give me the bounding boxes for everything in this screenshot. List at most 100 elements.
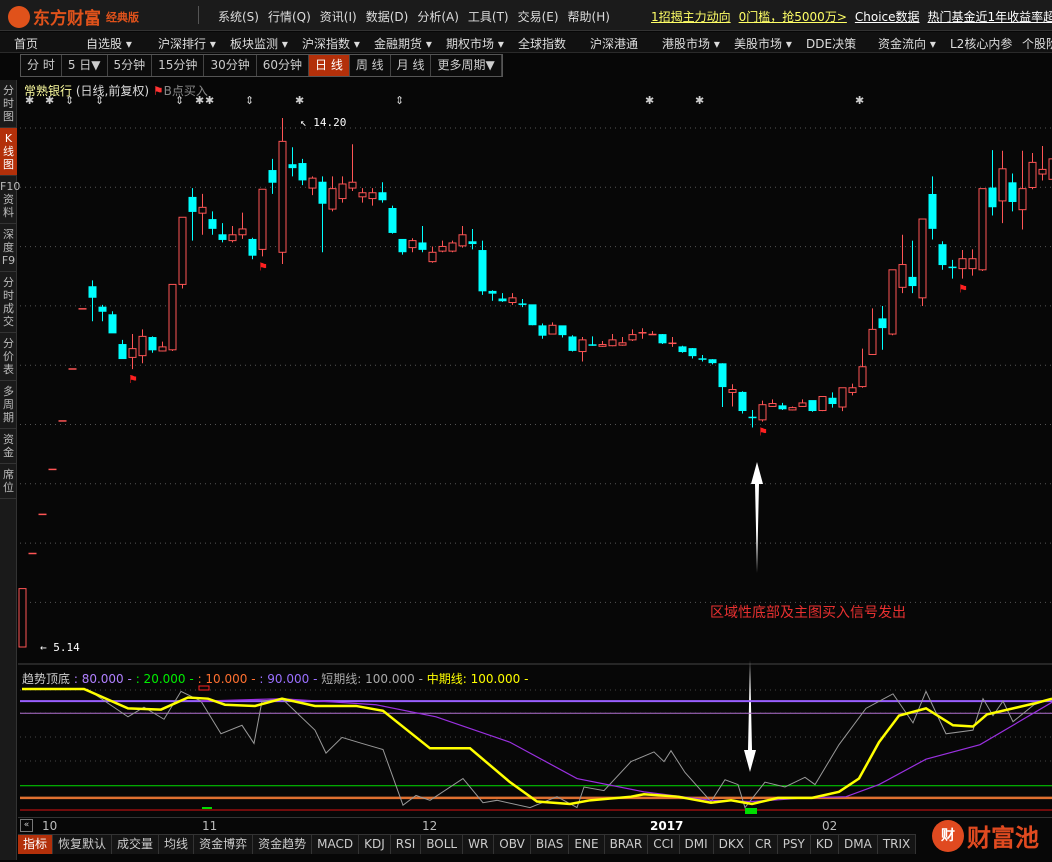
buy-flag-icon: ⚑ [958, 283, 968, 296]
indicator-tab[interactable]: PSY [778, 835, 811, 854]
candle [478, 240, 487, 295]
candle-body [728, 389, 737, 393]
candle [928, 176, 937, 240]
event-marker-icon[interactable]: ✱ [195, 94, 204, 107]
candle-body [178, 216, 187, 285]
candle-body [348, 181, 357, 189]
candle-body [128, 348, 137, 358]
candle-body [688, 348, 697, 357]
event-marker-icon[interactable]: ⇕ [95, 94, 104, 107]
indicator-tab[interactable]: 均线 [159, 835, 195, 854]
candle [88, 280, 97, 322]
event-marker-icon[interactable]: ✱ [855, 94, 864, 107]
indicator-tab[interactable]: CR [750, 835, 778, 854]
indicator-tabs: 指标 恢复默认 成交量 均线 资金博弈 资金趋势 MACD KDJ RSI BOLL WR OBV BI… [18, 834, 917, 854]
candle [958, 249, 967, 279]
scroll-left-button[interactable]: « [20, 819, 33, 832]
indicator-name[interactable]: 趋势顶底 [22, 672, 70, 686]
event-marker-icon[interactable]: ✱ [45, 94, 54, 107]
candle [378, 182, 387, 203]
dash: - [189, 672, 194, 686]
indicator-tab[interactable]: 成交量 [112, 835, 160, 854]
indicator-tab[interactable]: BRAR [605, 835, 649, 854]
high-price-label: ↖ 14.20 [300, 116, 347, 129]
candle-body [828, 397, 837, 405]
candle [198, 193, 207, 235]
event-marker-icon[interactable]: ✱ [25, 94, 34, 107]
candle-body [308, 177, 317, 189]
candle [808, 400, 817, 412]
indicator-tab[interactable]: DMA [839, 835, 878, 854]
candle-body [618, 342, 627, 346]
indicator-tab[interactable]: 资金趋势 [253, 835, 313, 854]
candle-body [88, 286, 97, 298]
buy-flag-icon: ⚑ [128, 373, 138, 386]
candle [138, 329, 147, 364]
candle-body [388, 208, 397, 233]
event-marker-icon[interactable]: ✱ [695, 94, 704, 107]
indicator-tab[interactable]: DKX [714, 835, 750, 854]
event-marker-icon[interactable]: ✱ [645, 94, 654, 107]
event-marker-icon[interactable]: ✱ [295, 94, 304, 107]
dash: - [127, 672, 132, 686]
indicator-tab[interactable]: 恢复默认 [53, 835, 113, 854]
candle [638, 328, 647, 339]
candle-body [448, 242, 457, 252]
candle-body [158, 346, 167, 352]
indicator-tab[interactable]: DMI [680, 835, 714, 854]
candle-body [838, 387, 847, 408]
indicator-tab[interactable]: RSI [391, 835, 422, 854]
kline-chart[interactable]: ⚑ ⚑ ⚑ ⚑ [0, 0, 1052, 862]
x-axis: « 10 11 12 2017 02 [18, 817, 1052, 833]
event-marker-icon[interactable]: ⇕ [175, 94, 184, 107]
indicator-tab[interactable]: 指标 [18, 835, 54, 854]
indicator-tab[interactable]: BOLL [421, 835, 464, 854]
indicator-tab[interactable]: 资金博弈 [194, 835, 254, 854]
candle-body [718, 363, 727, 388]
x-axis-label: 02 [822, 819, 838, 833]
candle [408, 238, 417, 253]
event-marker-icon[interactable]: ⇕ [65, 94, 74, 107]
level-80: : 80.000 [73, 672, 124, 686]
candle [18, 588, 27, 648]
indicator-tab[interactable]: BIAS [531, 835, 570, 854]
indicator-tab[interactable]: CCI [648, 835, 680, 854]
event-marker-icon[interactable]: ⇕ [395, 94, 404, 107]
candle-body [228, 234, 237, 242]
candle [368, 188, 377, 206]
candle [398, 238, 407, 255]
candle [418, 226, 427, 253]
indicator-tab[interactable]: OBV [494, 835, 531, 854]
watermark-text: 财富池 [967, 824, 1039, 852]
event-marker-icon[interactable]: ⇕ [245, 94, 254, 107]
candle [438, 240, 447, 253]
indicator-tab[interactable]: WR [463, 835, 495, 854]
candle-body [1038, 168, 1047, 175]
candle [168, 283, 177, 351]
candle [898, 234, 907, 294]
buy-flag-icon: ⚑ [758, 426, 768, 439]
candle [658, 334, 667, 344]
candle [308, 176, 317, 196]
indicator-tab[interactable]: KD [811, 835, 839, 854]
candle [488, 290, 497, 301]
indicator-tab[interactable]: MACD [312, 835, 360, 854]
event-marker-icon[interactable]: ✱ [205, 94, 214, 107]
candle-body [258, 188, 267, 250]
candle [668, 336, 677, 347]
candle [448, 240, 457, 253]
candle [1008, 173, 1017, 212]
indicator-tab[interactable]: KDJ [359, 835, 391, 854]
candle [268, 158, 277, 194]
indicator-tab[interactable]: ENE [569, 835, 605, 854]
indicator-tab[interactable]: TRIX [878, 835, 917, 854]
candle-body [938, 244, 947, 266]
candle [38, 513, 47, 516]
candle-body [658, 334, 667, 344]
candle [948, 259, 957, 279]
candle [118, 339, 127, 360]
candle [778, 402, 787, 410]
candle [98, 304, 107, 322]
candle-body [958, 258, 967, 270]
candle-body [968, 258, 977, 270]
